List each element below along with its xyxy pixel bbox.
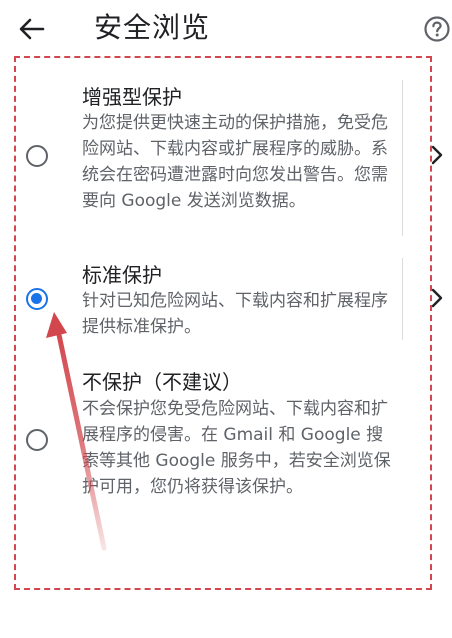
- back-button[interactable]: [14, 12, 50, 46]
- no-protection-title: 不保护（不建议）: [82, 370, 242, 394]
- standard-protection-radio[interactable]: [26, 288, 48, 310]
- help-button[interactable]: [422, 14, 452, 44]
- safe-browsing-page: 安全浏览 增强型保护 为您提供更快速主动的保护措施，免受危险网站、下载内容或扩展…: [0, 0, 452, 638]
- standard-protection-title: 标准保护: [82, 263, 162, 287]
- enhanced-details-button[interactable]: [430, 144, 444, 166]
- enhanced-protection-title: 增强型保护: [82, 85, 182, 109]
- app-bar: 安全浏览: [0, 0, 452, 56]
- option-no-protection[interactable]: 不保护（不建议） 不会保护您免受危险网站、下载内容和扩展程序的侵害。在 Gmai…: [14, 366, 450, 526]
- arrow-back-icon: [19, 18, 45, 40]
- option-enhanced-protection[interactable]: 增强型保护 为您提供更快速主动的保护措施，免受危险网站、下载内容或扩展程序的威胁…: [14, 78, 450, 254]
- standard-protection-description: 针对已知危险网站、下载内容和扩展程序提供标准保护。: [82, 291, 388, 337]
- no-protection-description: 不会保护您免受危险网站、下载内容和扩展程序的侵害。在 Gmail 和 Googl…: [82, 399, 391, 497]
- enhanced-protection-description: 为您提供更快速主动的保护措施，免受危险网站、下载内容或扩展程序的威胁。系统会在密…: [82, 113, 388, 211]
- divider: [402, 80, 403, 236]
- chevron-right-icon: [431, 288, 443, 308]
- enhanced-protection-radio[interactable]: [26, 145, 48, 167]
- page-title: 安全浏览: [94, 11, 211, 44]
- option-standard-protection[interactable]: 标准保护 针对已知危险网站、下载内容和扩展程序提供标准保护。: [14, 258, 450, 350]
- help-icon: [424, 16, 450, 42]
- no-protection-radio[interactable]: [26, 429, 48, 451]
- chevron-right-icon: [431, 145, 443, 165]
- divider: [402, 258, 403, 340]
- standard-details-button[interactable]: [430, 287, 444, 309]
